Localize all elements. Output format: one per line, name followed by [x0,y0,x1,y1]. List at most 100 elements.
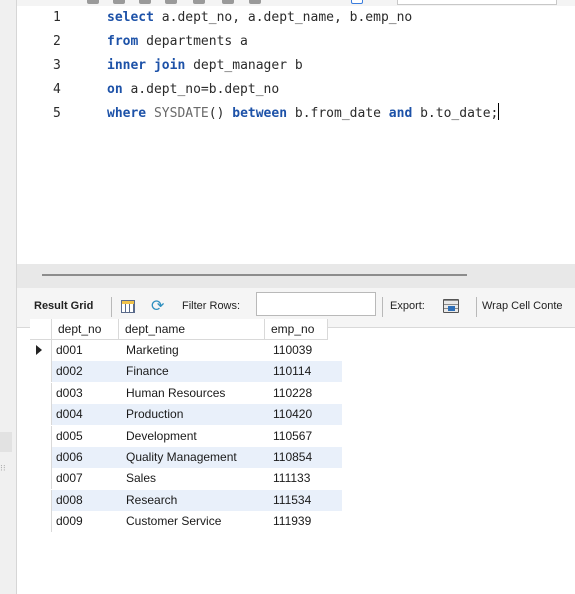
table-row[interactable]: d009 Customer Service 111939 [52,511,342,532]
row-indicator[interactable] [30,447,52,468]
cell-dept-name[interactable]: Quality Management [122,447,237,468]
toolbar-icon-5[interactable] [193,0,205,4]
toolbar-icon-toggle[interactable] [351,0,363,4]
cell-dept-no[interactable]: d008 [52,490,83,511]
code-line[interactable]: 1 select a.dept_no, a.dept_name, b.emp_no [17,6,575,30]
splitter-grip-icon[interactable]: ⁝⁝ [0,464,6,474]
toolbar-icon-2[interactable] [113,0,125,4]
toolbar-divider [111,297,112,317]
row-indicator[interactable] [30,489,52,511]
cell-dept-name[interactable]: Sales [122,468,156,489]
table-row[interactable]: d005 Development 110567 [52,426,342,447]
cell-dept-name[interactable]: Customer Service [122,511,221,532]
row-indicator[interactable] [30,425,52,447]
column-header-emp-no[interactable]: emp_no [265,319,328,340]
line-number: 4 [53,82,61,97]
code-line[interactable]: 5 where SYSDATE() between b.from_date and… [17,102,575,126]
table-row[interactable]: d004 Production 110420 [52,404,342,426]
cell-dept-no[interactable]: d005 [52,426,83,447]
toolbar-icon-7[interactable] [249,0,261,4]
code-line[interactable]: 3 inner join dept_manager b [17,54,575,78]
row-indicator-header [30,319,52,340]
code-text[interactable]: inner join dept_manager b [107,54,303,78]
sql-text: () [208,106,233,121]
toolbar-limit-field[interactable] [397,0,557,5]
horizontal-scrollbar[interactable] [42,274,467,276]
cell-dept-name[interactable]: Marketing [122,340,179,361]
sql-text: a.dept_no, a.dept_name, b.emp_no [153,10,413,25]
toolbar-icon-6[interactable] [222,0,234,4]
table-row[interactable]: d002 Finance 110114 [52,361,342,383]
code-text[interactable]: on a.dept_no=b.dept_no [107,78,279,102]
table-row[interactable]: d003 Human Resources 110228 [52,383,342,404]
line-number: 3 [53,58,61,73]
sql-text: b.from_date [287,106,389,121]
row-indicator[interactable] [30,340,52,361]
toolbar-icon-1[interactable] [87,0,99,4]
result-grid-tab[interactable]: Result Grid [34,300,93,312]
row-indicator[interactable] [30,404,52,426]
cell-emp-no[interactable]: 110228 [269,383,312,404]
sql-keyword: between [232,106,288,121]
sql-text: dept_manager b [185,58,303,73]
table-row[interactable]: d001 Marketing 110039 [52,340,342,361]
row-indicator[interactable] [30,382,52,404]
export-icon[interactable] [443,299,459,313]
export-label: Export: [390,300,425,312]
result-grid[interactable]: dept_no dept_name emp_no d001 Marketing 11… [17,319,575,594]
cell-dept-name[interactable]: Development [122,426,197,447]
sql-function: SYSDATE [153,106,209,121]
sql-text: a.dept_no=b.dept_no [122,82,280,97]
grid-icon[interactable] [121,300,135,313]
cell-dept-no[interactable]: d004 [52,404,83,425]
line-number: 5 [53,106,61,121]
column-header-dept-name[interactable]: dept_name [119,319,265,340]
cell-dept-no[interactable]: d007 [52,468,83,489]
code-line[interactable]: 2 from departments a [17,30,575,54]
row-indicator[interactable] [30,361,52,383]
row-indicator[interactable] [30,511,52,533]
cell-dept-no[interactable]: d002 [52,361,83,382]
cell-dept-no[interactable]: d006 [52,447,83,468]
filter-rows-input[interactable] [256,292,376,316]
column-header-dept-no[interactable]: dept_no [52,319,119,340]
filter-rows-label: Filter Rows: [182,300,241,312]
cell-dept-name[interactable]: Human Resources [122,383,225,404]
line-number: 2 [53,34,61,49]
toolbar-icon-3[interactable] [139,0,151,4]
toolbar-divider [476,297,477,317]
cell-emp-no[interactable]: 110854 [269,447,312,468]
line-number: 1 [53,10,61,25]
cell-emp-no[interactable]: 111939 [269,511,311,532]
code-text[interactable]: where SYSDATE() between b.from_date and … [107,102,500,126]
cell-emp-no[interactable]: 110567 [269,426,312,447]
table-row[interactable]: d006 Quality Management 110854 [52,447,342,468]
table-row[interactable]: d008 Research 111534 [52,489,342,511]
cell-emp-no[interactable]: 111534 [269,490,311,511]
cell-dept-name[interactable]: Finance [122,361,169,382]
cell-dept-no[interactable]: d003 [52,383,83,404]
code-line[interactable]: 4 on a.dept_no=b.dept_no [17,78,575,102]
cell-dept-name[interactable]: Research [122,490,177,511]
cell-emp-no[interactable]: 111133 [269,468,310,489]
sql-text: departments a [138,34,248,49]
wrap-cell-content-label[interactable]: Wrap Cell Conte [482,300,563,312]
sql-keyword: inner join [107,58,186,73]
cell-emp-no[interactable]: 110114 [269,361,311,382]
row-indicator[interactable] [30,468,52,490]
sql-editor[interactable]: 1 select a.dept_no, a.dept_name, b.emp_no… [17,6,575,264]
cell-emp-no[interactable]: 110039 [269,340,312,361]
row-pointer-icon [36,345,42,355]
code-text[interactable]: from departments a [107,30,248,54]
editor-results-splitter[interactable] [17,264,575,288]
cell-dept-no[interactable]: d001 [52,340,83,361]
table-row[interactable]: d007 Sales 111133 [52,468,342,489]
cell-dept-name[interactable]: Production [122,404,183,425]
cell-emp-no[interactable]: 110420 [269,404,312,425]
panel-collapse-handle[interactable] [0,432,12,452]
refresh-icon[interactable]: ⟳ [151,296,164,316]
sql-keyword: and [388,106,413,121]
toolbar-icon-4[interactable] [165,0,177,4]
cell-dept-no[interactable]: d009 [52,511,83,532]
code-text[interactable]: select a.dept_no, a.dept_name, b.emp_no [107,6,412,30]
